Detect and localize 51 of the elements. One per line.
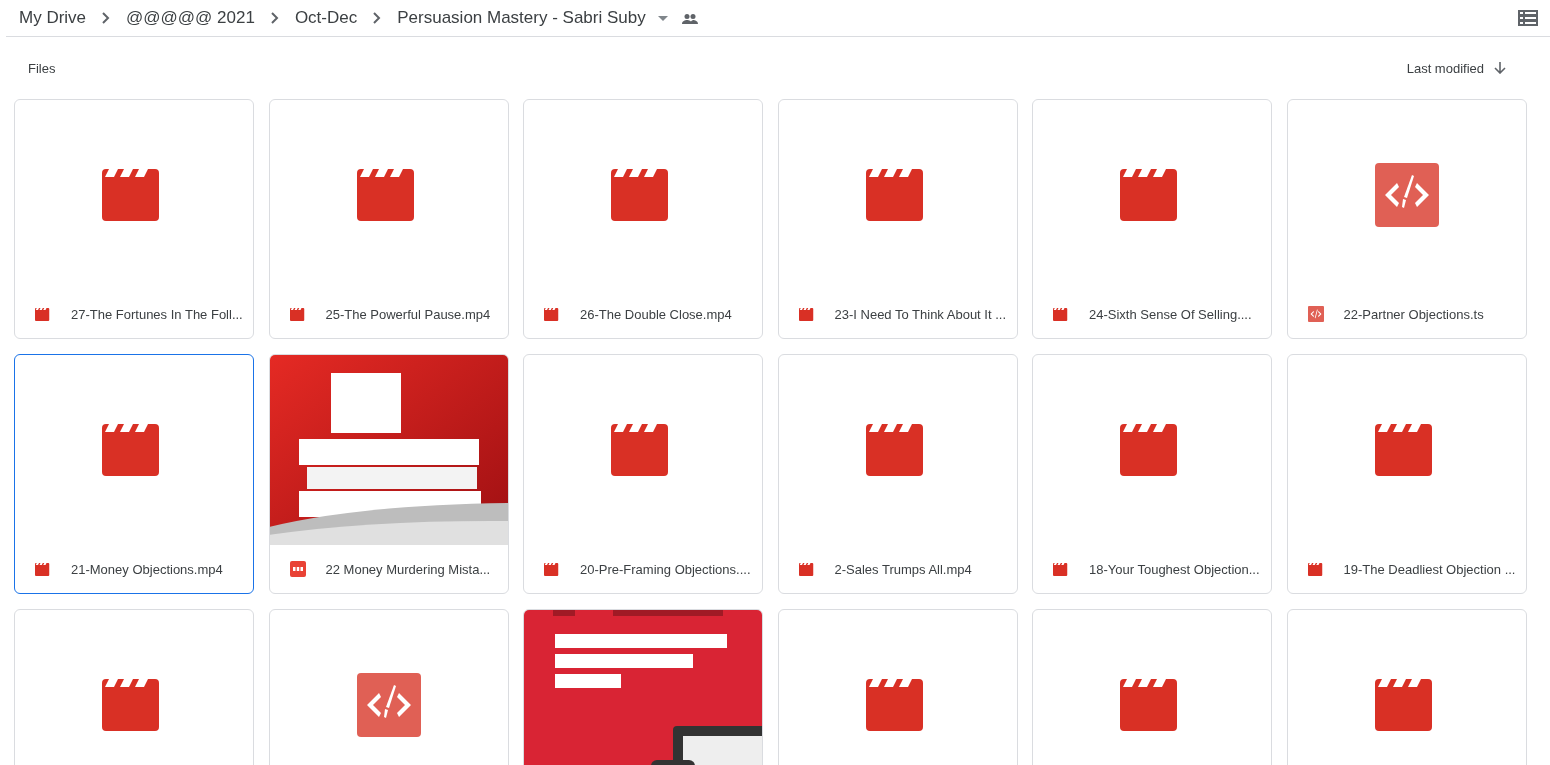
file-name: 25-The Powerful Pause.mp4 [325,306,491,322]
file-card[interactable]: 25-The Powerful Pause.mp4 [268,99,509,339]
file-name: 22-Partner Objections.ts [1343,306,1484,322]
sort-button[interactable]: Last modified [1402,56,1510,80]
video-clapper-icon [1053,562,1069,576]
video-clapper-icon [35,562,51,576]
file-card[interactable]: 23-I Need To Think About It ... [777,99,1018,339]
file-card[interactable]: 2-Sales Trumps All.mp4 [777,354,1018,594]
video-clapper-icon [289,307,306,321]
file-card[interactable]: 20-Pre-Framing Objections.... [523,354,763,594]
code-file-icon [1307,306,1324,322]
video-clapper-icon [1307,562,1324,576]
video-clapper-icon [35,307,51,321]
file-name: 18-Your Toughest Objection... [1089,561,1260,577]
video-clapper-icon [1053,307,1069,321]
people-icon [681,12,698,24]
file-name: 22 Money Murdering Mista... [325,561,491,577]
code-file-icon [356,673,421,737]
chevron-right-icon [373,12,382,24]
file-card[interactable]: 22 Money Murdering Mista... [268,354,509,594]
file-card[interactable]: 22-Partner Objections.ts [1286,99,1527,339]
video-clapper-icon [544,562,560,576]
file-card[interactable]: 21-Money Objections.mp4 [14,354,254,594]
pdf-icon [289,561,306,577]
code-file-icon [1374,163,1439,227]
dropdown-caret-icon[interactable] [657,15,668,21]
file-card[interactable]: 24-Sixth Sense Of Selling.... [1032,99,1272,339]
file-name: 27-The Fortunes In The Foll... [71,306,243,322]
file-name: 21-Money Objections.mp4 [71,561,223,577]
section-title: Files [28,60,56,76]
file-name: 23-I Need To Think About It ... [834,306,1006,322]
file-name: 20-Pre-Framing Objections.... [580,561,751,577]
chevron-right-icon [102,12,111,24]
breadcrumb-link[interactable]: @@@@@ 2021 [122,8,259,28]
breadcrumb-link[interactable]: Persuasion Mastery - Sabri Suby [393,8,650,28]
file-name: 26-The Double Close.mp4 [580,306,732,322]
breadcrumb-link[interactable]: Oct-Dec [290,8,362,28]
video-clapper-icon [798,307,815,321]
video-clapper-icon [544,307,560,321]
video-clapper-icon [798,562,815,576]
file-name: 19-The Deadliest Objection ... [1343,561,1516,577]
chevron-right-icon [270,12,279,24]
arrow-down-icon [1494,62,1506,74]
list-view-icon[interactable] [1518,10,1538,26]
breadcrumb-link[interactable]: My Drive [15,8,91,28]
file-card[interactable]: 27-The Fortunes In The Foll... [14,99,254,339]
file-card[interactable]: 19-The Deadliest Objection ... [1286,354,1527,594]
file-name: 24-Sixth Sense Of Selling.... [1089,306,1252,322]
file-name: 2-Sales Trumps All.mp4 [834,561,972,577]
file-card[interactable]: 26-The Double Close.mp4 [523,99,763,339]
file-card[interactable]: 18-Your Toughest Objection... [1032,354,1272,594]
